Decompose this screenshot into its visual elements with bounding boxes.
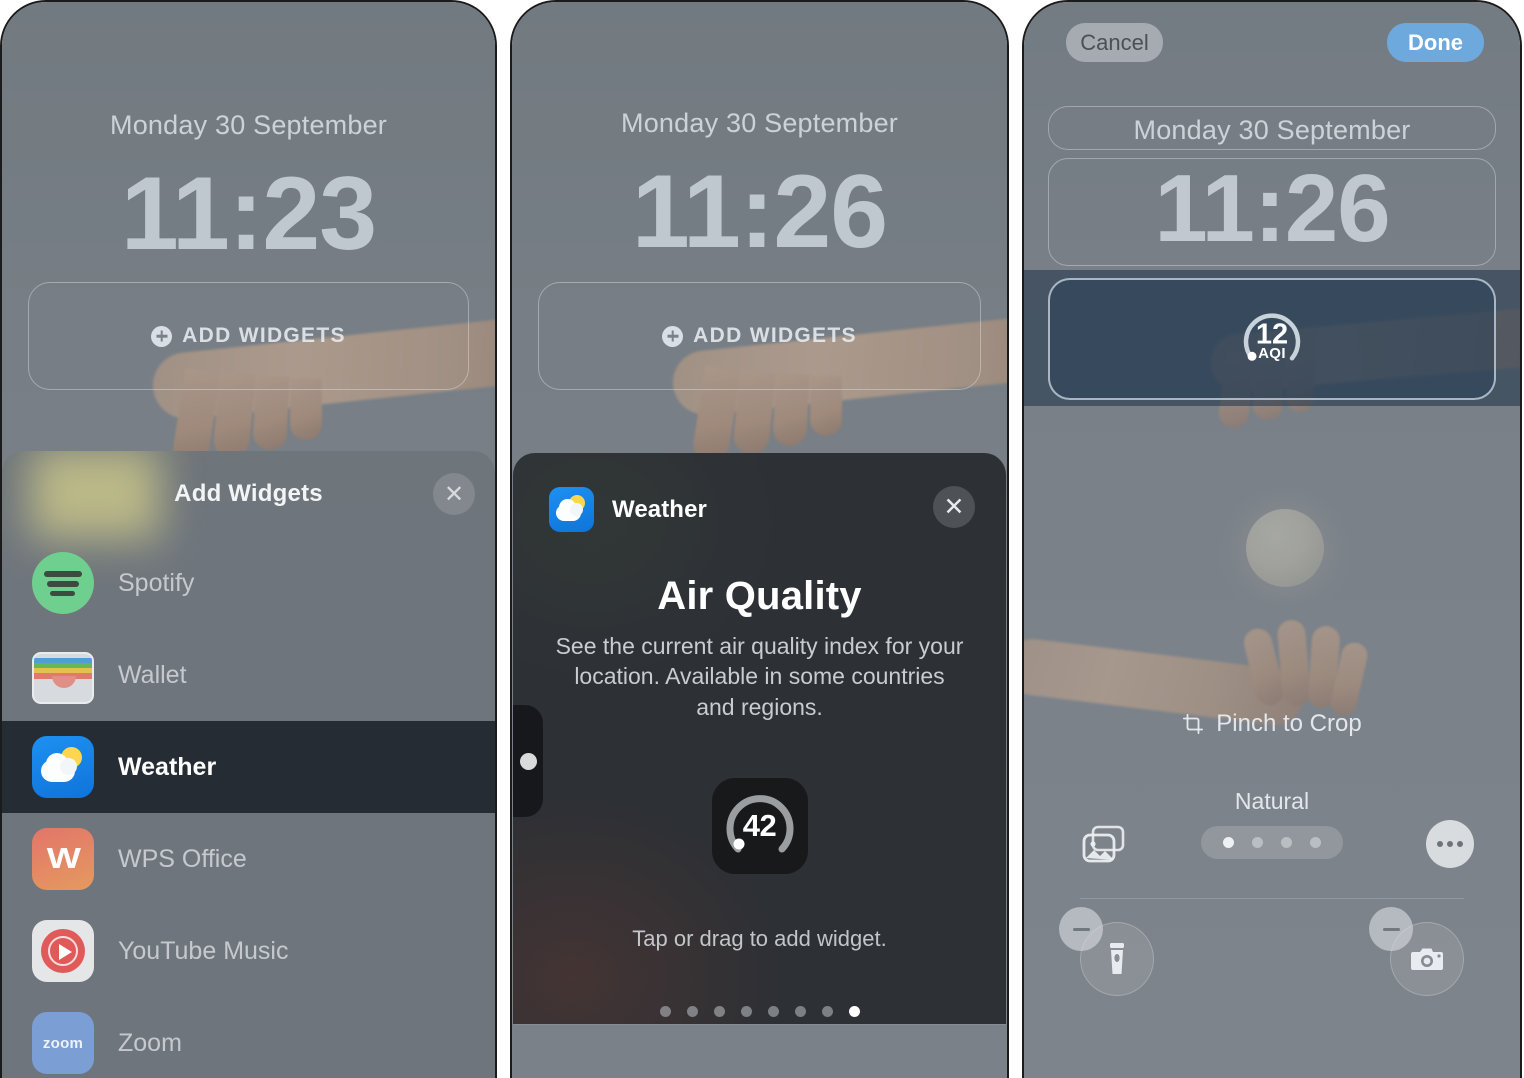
time-edit-box[interactable]: 11:26 <box>1048 158 1496 266</box>
widget-app-list: Spotify Wallet Weather W WPS Office YouT… <box>2 537 495 1078</box>
close-icon[interactable]: ✕ <box>933 486 975 528</box>
plus-icon <box>662 325 684 347</box>
divider <box>1080 898 1464 899</box>
widget-dot <box>520 752 537 770</box>
style-dot-active[interactable] <box>1223 837 1234 848</box>
lockscreen-time-1: 11:23 <box>120 156 377 272</box>
spotify-icon <box>32 552 94 614</box>
dialog-header: Weather <box>513 453 1006 532</box>
list-item[interactable]: YouTube Music <box>2 905 495 997</box>
phone-panel-1: Monday 30 September 11:23 ADD WIDGETS Ad… <box>0 0 497 1078</box>
wps-office-icon: W <box>32 828 94 890</box>
adjacent-widget-preview[interactable] <box>513 705 543 817</box>
page-dot[interactable] <box>740 1006 752 1018</box>
list-item-label: Wallet <box>118 660 187 689</box>
list-item-label: WPS Office <box>118 844 247 873</box>
phone-panel-2: Monday 30 September 11:26 ADD WIDGETS We… <box>510 0 1009 1078</box>
dialog-title: Air Quality <box>657 574 862 618</box>
add-widgets-slot-2[interactable]: ADD WIDGETS <box>538 282 981 390</box>
wallet-icon <box>32 651 94 704</box>
done-button[interactable]: Done <box>1387 23 1484 62</box>
list-item[interactable]: Spotify <box>2 537 495 629</box>
lockscreen-time-2: 11:26 <box>631 154 888 270</box>
list-item-label: Weather <box>118 752 217 781</box>
wps-icon-letter: W <box>46 842 81 875</box>
aqi-unit: AQI <box>1258 345 1286 362</box>
camera-icon <box>1411 948 1443 970</box>
page-dot[interactable] <box>659 1006 671 1018</box>
dialog-hint: Tap or drag to add widget. <box>632 926 887 952</box>
pinch-to-crop-label: Pinch to Crop <box>1216 710 1362 737</box>
list-item-label: Zoom <box>118 1028 182 1057</box>
add-widgets-button-2[interactable]: ADD WIDGETS <box>662 324 857 348</box>
page-dot[interactable] <box>686 1006 698 1018</box>
list-item[interactable]: W WPS Office <box>2 813 495 905</box>
add-widgets-sheet: Add Widgets ✕ Spotify Wallet Weather W W… <box>2 451 495 1078</box>
add-widgets-slot-1[interactable]: ADD WIDGETS <box>28 282 469 390</box>
flashlight-icon <box>1110 943 1124 974</box>
list-item[interactable]: zoom Zoom <box>2 997 495 1078</box>
pinch-to-crop-hint: Pinch to Crop <box>1024 710 1520 738</box>
add-widgets-label-1: ADD WIDGETS <box>182 324 346 347</box>
zoom-icon: zoom <box>32 1012 94 1074</box>
lockscreen-date-1: Monday 30 September <box>110 110 387 140</box>
weather-icon <box>32 736 94 798</box>
list-item-label: Spotify <box>118 568 195 597</box>
photo-stack-icon[interactable] <box>1080 824 1128 871</box>
flashlight-button[interactable] <box>1059 907 1154 996</box>
selected-widget-air-quality[interactable]: 12 AQI <box>1048 278 1496 400</box>
ellipsis-icon[interactable] <box>1426 820 1474 868</box>
close-icon[interactable]: ✕ <box>433 473 475 515</box>
camera-button[interactable] <box>1369 907 1464 996</box>
screenshot-stage: Monday 30 September 11:23 ADD WIDGETS Ad… <box>0 0 1524 1078</box>
youtube-music-icon <box>32 920 94 982</box>
style-dot[interactable] <box>1252 837 1263 848</box>
page-dot[interactable] <box>821 1006 833 1018</box>
zoom-icon-label: zoom <box>42 1034 84 1052</box>
lockscreen-date-3: Monday 30 September <box>1133 115 1411 145</box>
crop-icon <box>1183 713 1204 735</box>
dialog-page-dots[interactable] <box>513 1006 1006 1018</box>
plus-icon <box>151 325 173 347</box>
lockscreen-time-3: 11:26 <box>1154 155 1390 262</box>
add-widgets-label-2: ADD WIDGETS <box>693 324 857 347</box>
remove-camera-badge[interactable] <box>1369 907 1413 951</box>
list-item[interactable]: Wallet <box>2 629 495 721</box>
page-dot[interactable] <box>794 1006 806 1018</box>
dialog-description: See the current air quality index for yo… <box>555 633 964 720</box>
style-dot[interactable] <box>1310 837 1321 848</box>
style-dot[interactable] <box>1281 837 1292 848</box>
dialog-bottom-bar <box>513 1024 1006 1078</box>
page-dot[interactable] <box>713 1006 725 1018</box>
page-dot-active[interactable] <box>848 1006 860 1018</box>
date-edit-box[interactable]: Monday 30 September <box>1048 106 1496 150</box>
lockscreen-date-2: Monday 30 September <box>621 108 898 138</box>
wallpaper-style-dots[interactable] <box>1201 826 1343 859</box>
widget-detail-dialog: Weather ✕ Air Quality See the current ai… <box>513 453 1006 1024</box>
widget-preview-air-quality[interactable]: 42 <box>711 778 808 875</box>
list-item-label: YouTube Music <box>118 936 289 965</box>
sheet-header: Add Widgets ✕ <box>2 451 495 537</box>
add-widgets-button-1[interactable]: ADD WIDGETS <box>151 324 346 348</box>
remove-flashlight-badge[interactable] <box>1059 907 1103 951</box>
weather-icon <box>549 487 594 532</box>
page-dot[interactable] <box>767 1006 779 1018</box>
wallpaper-style-row <box>1024 820 1520 876</box>
widget-preview-value: 42 <box>742 808 777 844</box>
list-item-weather[interactable]: Weather <box>2 721 495 813</box>
phone-panel-3: Cancel Done Monday 30 September 11:26 12… <box>1022 0 1522 1078</box>
cancel-button[interactable]: Cancel <box>1066 23 1163 62</box>
wallpaper-style-label: Natural <box>1234 788 1310 814</box>
sheet-title: Add Widgets <box>174 480 323 507</box>
dialog-app-name: Weather <box>612 495 707 523</box>
